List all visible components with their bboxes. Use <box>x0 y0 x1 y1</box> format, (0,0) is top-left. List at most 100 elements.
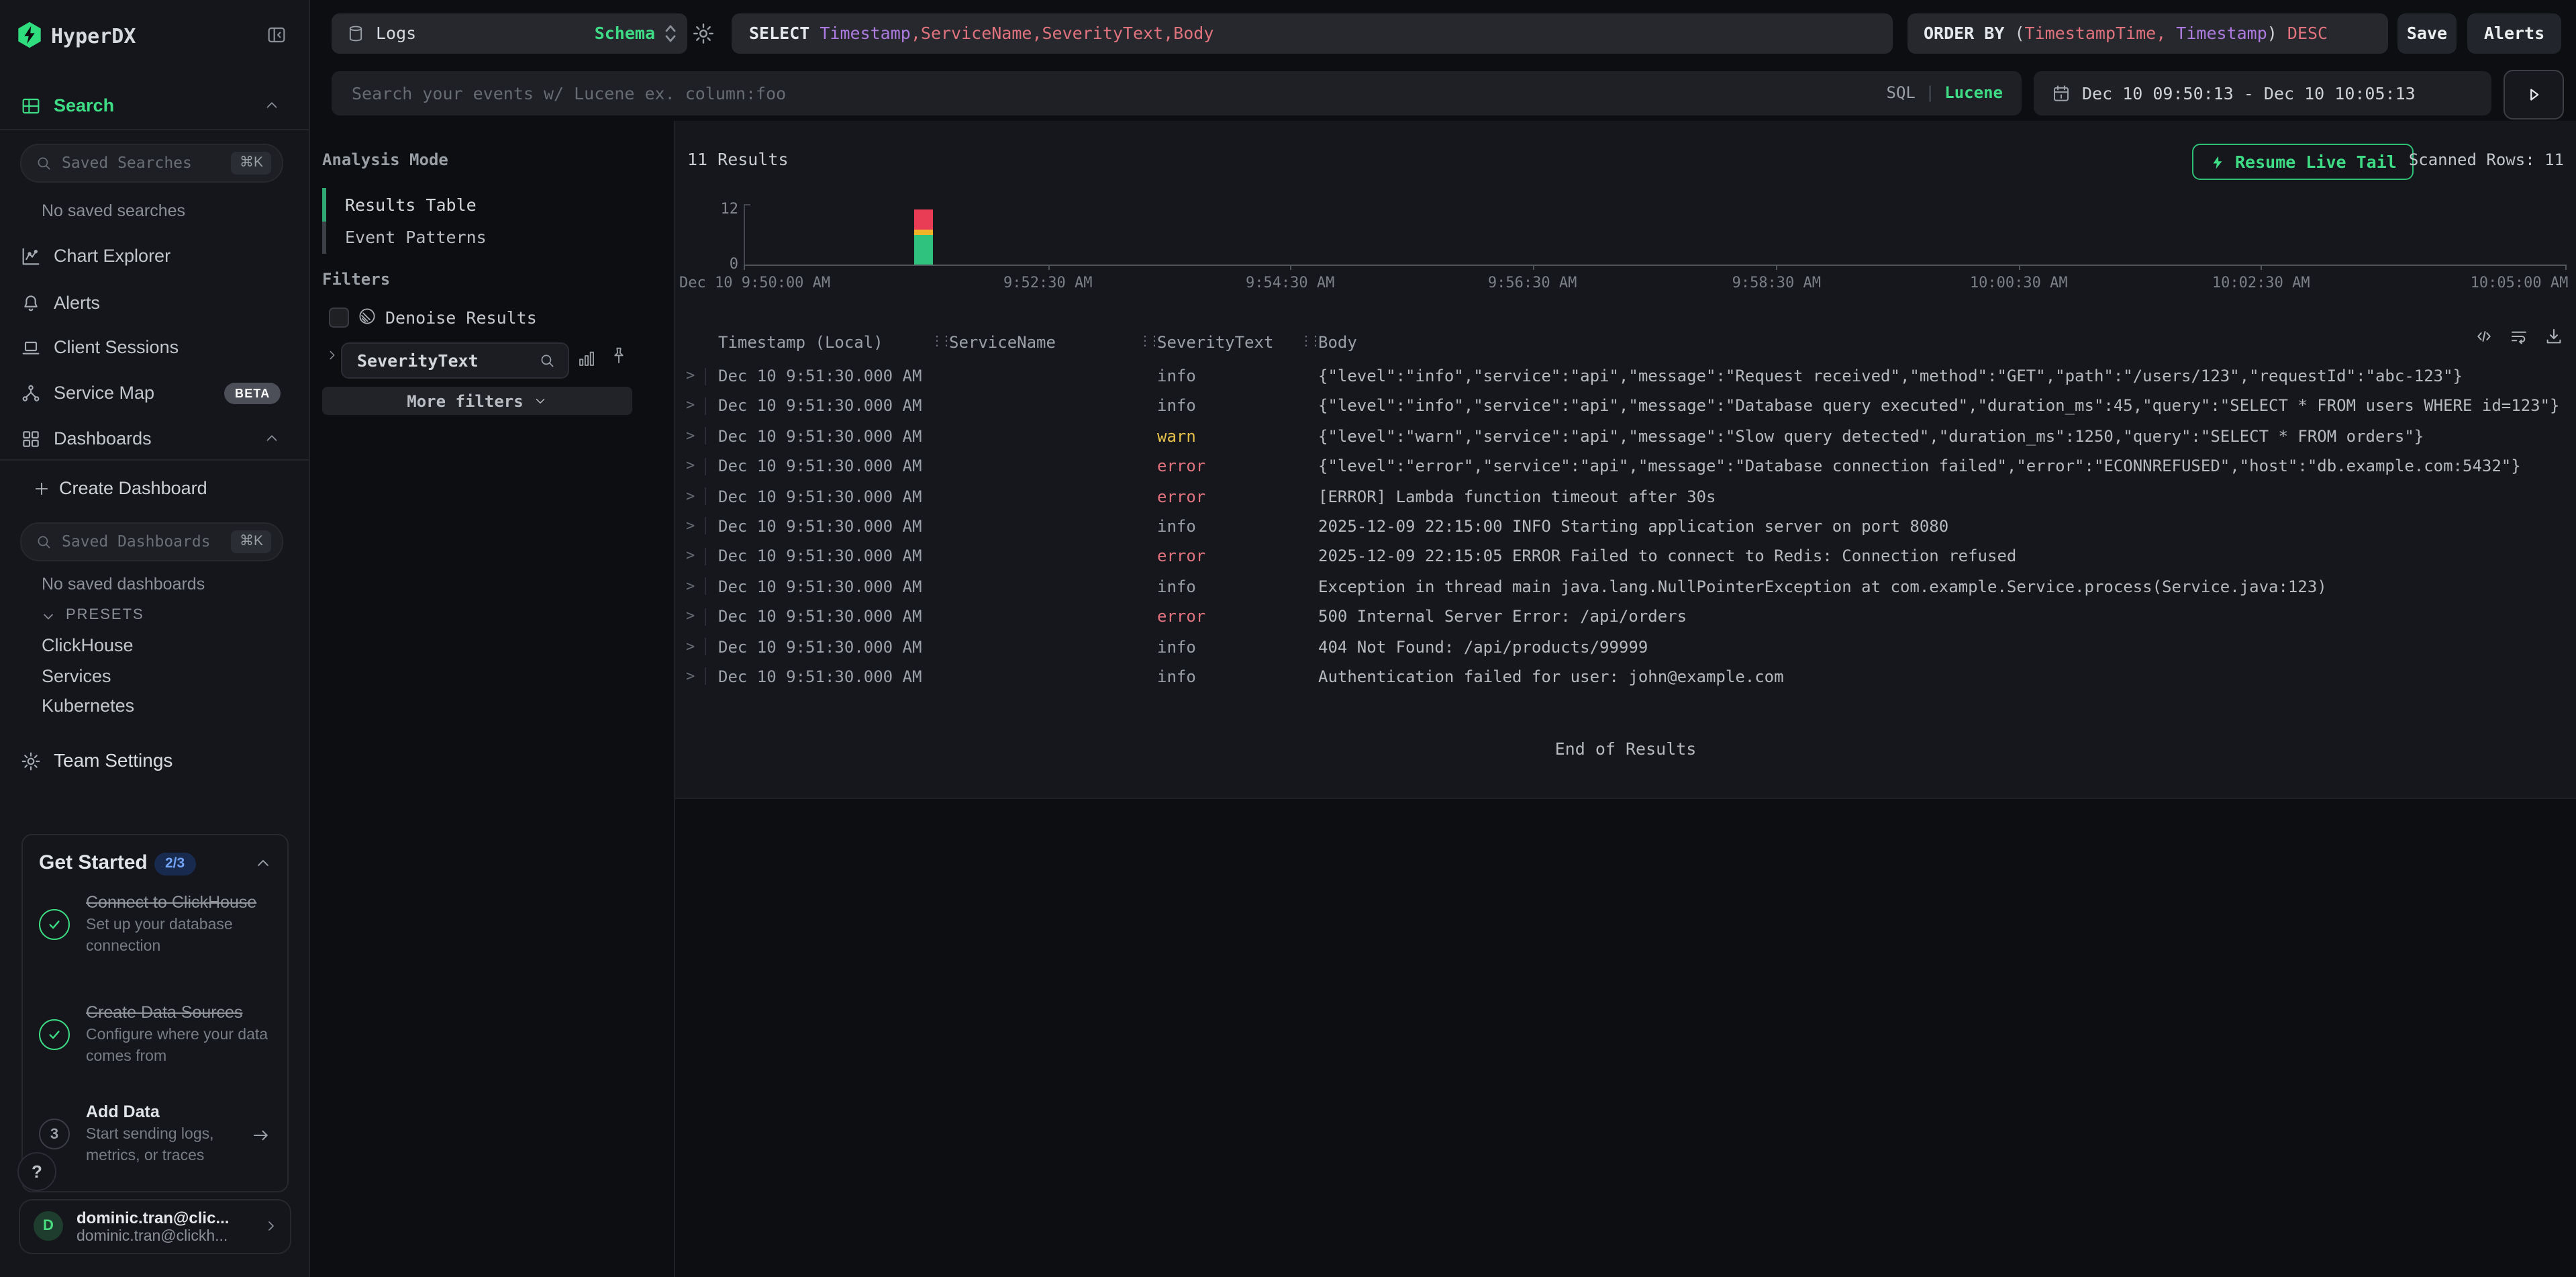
cell-timestamp: Dec 10 9:51:30.000 AM <box>718 602 944 632</box>
table-row[interactable]: >Dec 10 9:51:30.000 AMinfoException in t… <box>675 571 2576 602</box>
source-settings-gear-icon[interactable] <box>691 21 715 46</box>
row-expand-icon[interactable]: > <box>686 602 695 632</box>
cell-timestamp: Dec 10 9:51:30.000 AM <box>718 632 944 662</box>
sidebar-item-alerts[interactable]: Alerts <box>0 281 309 326</box>
table-row[interactable]: >Dec 10 9:51:30.000 AMerror[ERROR] Lambd… <box>675 481 2576 512</box>
row-expand-icon[interactable]: > <box>686 571 695 602</box>
table-row[interactable]: >Dec 10 9:51:30.000 AMinfo404 Not Found:… <box>675 632 2576 662</box>
search-input[interactable]: Search your events w/ Lucene ex. column:… <box>332 71 2022 115</box>
cell-body: 2025-12-09 22:15:00 INFO Starting applic… <box>1318 512 2571 542</box>
get-started-step-1[interactable]: Connect to ClickHouse Set up your databa… <box>39 892 277 957</box>
x-axis-tick <box>2261 265 2263 270</box>
row-divider <box>705 608 706 625</box>
mode-lucene[interactable]: Lucene <box>1944 83 2003 102</box>
beta-badge: BETA <box>224 383 281 404</box>
denoise-checkbox[interactable] <box>329 308 349 328</box>
mode-event-patterns[interactable]: Event Patterns <box>345 222 487 254</box>
bar-segment-error <box>915 209 934 230</box>
sidebar-item-search[interactable]: Search <box>0 83 309 129</box>
cell-timestamp: Dec 10 9:51:30.000 AM <box>718 422 944 452</box>
chart-bars-icon[interactable] <box>576 348 597 369</box>
sidebar-item-team-settings[interactable]: Team Settings <box>0 743 309 780</box>
table-row[interactable]: >Dec 10 9:51:30.000 AMerror{"level":"err… <box>675 451 2576 481</box>
preset-item[interactable]: ClickHouse <box>42 631 134 661</box>
column-drag-handle[interactable]: ⋮⋮ <box>930 328 949 357</box>
save-button[interactable]: Save <box>2397 13 2457 54</box>
severity-filter-field[interactable]: SeverityText <box>341 342 569 379</box>
wrap-text-icon[interactable] <box>2509 326 2529 346</box>
saved-dashboards-input[interactable]: Saved Dashboards ⌘K <box>20 522 283 561</box>
row-expand-icon[interactable]: > <box>686 361 695 391</box>
chevron-up-icon[interactable] <box>263 97 281 114</box>
chart-bar[interactable] <box>915 209 934 265</box>
table-row[interactable]: >Dec 10 9:51:30.000 AMerror2025-12-09 22… <box>675 542 2576 572</box>
row-expand-icon[interactable]: > <box>686 391 695 422</box>
mode-track <box>322 222 326 254</box>
run-query-button[interactable] <box>2504 70 2564 120</box>
filter-expand-chevron-icon[interactable] <box>325 348 340 363</box>
select-clause-input[interactable]: SELECT Timestamp,ServiceName,SeverityTex… <box>732 13 1893 54</box>
row-expand-icon[interactable]: > <box>686 451 695 481</box>
presets-toggle[interactable]: PRESETS <box>0 604 309 628</box>
presets-list: ClickHouseServicesKubernetes <box>42 631 134 722</box>
get-started-step-3[interactable]: 3 Add Data Start sending logs, metrics, … <box>39 1101 277 1167</box>
y-axis <box>744 204 745 265</box>
resume-live-tail-button[interactable]: Resume Live Tail <box>2192 144 2414 180</box>
download-icon[interactable] <box>2544 326 2564 346</box>
more-filters-button[interactable]: More filters <box>322 387 632 415</box>
sidebar-item-client-sessions[interactable]: Client Sessions <box>0 325 309 371</box>
denoise-label[interactable]: Denoise Results <box>385 308 537 328</box>
mode-results-table[interactable]: Results Table <box>345 189 477 222</box>
column-header-body: Body <box>1318 328 1357 357</box>
table-row[interactable]: >Dec 10 9:51:30.000 AMinfoAuthentication… <box>675 662 2576 692</box>
table-row[interactable]: >Dec 10 9:51:30.000 AMwarn{"level":"warn… <box>675 422 2576 452</box>
column-drag-handle[interactable]: ⋮⋮ <box>1299 328 1318 357</box>
preset-item[interactable]: Kubernetes <box>42 692 134 722</box>
divider <box>0 459 309 461</box>
alerts-button[interactable]: Alerts <box>2467 13 2561 54</box>
preset-item[interactable]: Services <box>42 661 134 692</box>
cell-body: 500 Internal Server Error: /api/orders <box>1318 602 2571 632</box>
source-select[interactable]: Logs Schema <box>332 13 687 54</box>
cell-severity: error <box>1157 602 1298 632</box>
get-started-step-2[interactable]: Create Data Sources Configure where your… <box>39 1002 277 1068</box>
code-view-icon[interactable] <box>2474 326 2494 346</box>
row-divider <box>705 668 706 685</box>
analysis-mode-label: Analysis Mode <box>322 150 448 169</box>
x-axis-tick <box>744 265 745 270</box>
divider <box>0 129 309 130</box>
sidebar-item-chart-explorer[interactable]: Chart Explorer <box>0 234 309 279</box>
sidebar-item-service-map[interactable]: Service Map BETA <box>0 371 309 416</box>
row-expand-icon[interactable]: > <box>686 481 695 512</box>
table-row[interactable]: > Dec 10 9:51:30.000 AM error 500 Internal … <box>675 602 2576 632</box>
table-row[interactable]: >Dec 10 9:51:30.000 AMinfo{"level":"info… <box>675 391 2576 422</box>
mode-sql[interactable]: SQL <box>1887 83 1916 102</box>
sidebar-collapse-icon[interactable] <box>266 24 287 46</box>
cell-body: {"level":"error","service":"api","messag… <box>1318 451 2571 481</box>
sidebar-item-dashboards[interactable]: Dashboards <box>0 416 309 462</box>
search-icon[interactable] <box>538 352 556 369</box>
results-count: 11 Results <box>687 149 789 169</box>
saved-searches-input[interactable]: Saved Searches ⌘K <box>20 144 283 183</box>
create-dashboard-button[interactable]: Create Dashboard <box>0 473 309 508</box>
row-expand-icon[interactable]: > <box>686 632 695 662</box>
order-by-input[interactable]: ORDER BY (TimestampTime, Timestamp) DESC <box>1908 13 2388 54</box>
row-expand-icon[interactable]: > <box>686 542 695 572</box>
row-expand-icon[interactable]: > <box>686 662 695 692</box>
y-axis-tick <box>744 204 750 205</box>
cell-body: {"level":"info","service":"api","message… <box>1318 391 2571 422</box>
sidebar-item-label: Dashboards <box>54 416 152 462</box>
row-expand-icon[interactable]: > <box>686 512 695 542</box>
pin-icon[interactable] <box>608 345 630 367</box>
cell-severity: error <box>1157 542 1298 572</box>
chevron-up-icon[interactable] <box>254 854 273 873</box>
help-button[interactable]: ? <box>17 1152 56 1191</box>
table-row[interactable]: >Dec 10 9:51:30.000 AMinfo{"level":"info… <box>675 361 2576 391</box>
user-menu[interactable]: D dominic.tran@clic... dominic.tran@clic… <box>19 1199 291 1254</box>
row-expand-icon[interactable]: > <box>686 422 695 452</box>
date-range-picker[interactable]: Dec 10 09:50:13 - Dec 10 10:05:13 <box>2034 71 2491 115</box>
column-drag-handle[interactable]: ⋮⋮ <box>1138 328 1157 357</box>
brand-title: HyperDX <box>51 24 136 48</box>
table-row[interactable]: >Dec 10 9:51:30.000 AMinfo2025-12-09 22:… <box>675 512 2576 542</box>
chevron-up-icon[interactable] <box>263 430 281 447</box>
